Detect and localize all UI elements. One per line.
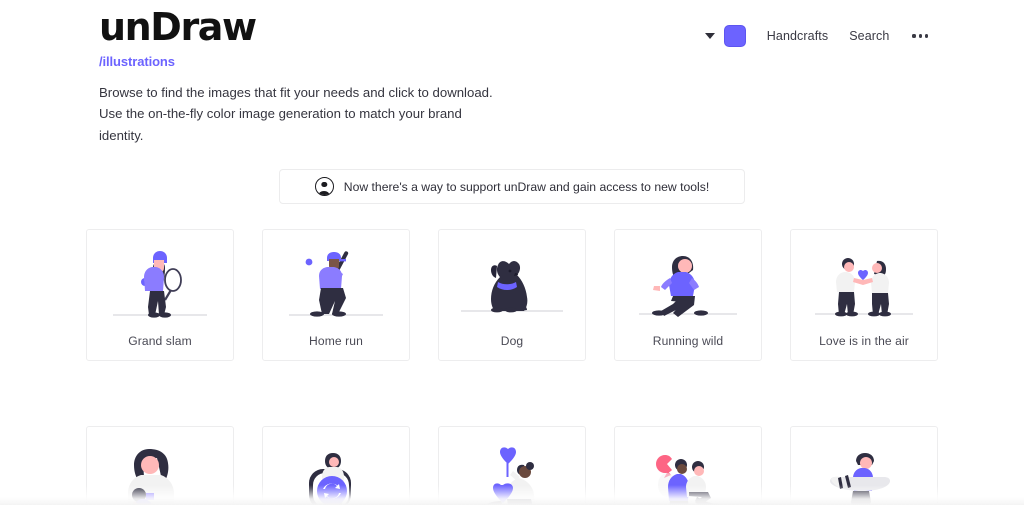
- illustration-card[interactable]: Home run: [262, 229, 410, 362]
- undraw-logo[interactable]: unDraw: [99, 7, 257, 48]
- card-label: Grand slam: [128, 334, 192, 349]
- mother-baby-illustration: [128, 449, 174, 505]
- page-description: Browse to find the images that fit your …: [99, 85, 493, 143]
- card-label: Love is in the air: [819, 334, 909, 349]
- more-menu-icon[interactable]: [910, 34, 930, 38]
- support-banner[interactable]: Now there's a way to support unDraw and …: [279, 169, 745, 205]
- illustration-card[interactable]: Baby: [86, 426, 234, 505]
- two-friends-illustration: [656, 455, 722, 505]
- breadcrumb[interactable]: /illustrations: [99, 54, 925, 69]
- illustration-card[interactable]: Love is in the air: [790, 229, 938, 362]
- intro-section: /illustrations Browse to find the images…: [0, 54, 1024, 146]
- card-label: Dog: [500, 334, 524, 349]
- nav-item-search[interactable]: Search: [849, 29, 889, 43]
- refresh-person-illustration: [309, 453, 351, 505]
- tennis-player-illustration: [113, 251, 207, 318]
- illustration-card[interactable]: Buddies: [614, 426, 762, 505]
- color-swatch-button[interactable]: [723, 25, 746, 47]
- surfer-illustration: [830, 453, 890, 505]
- hearts-person-illustration: [478, 447, 536, 505]
- illustration-card[interactable]: Dog: [438, 229, 586, 362]
- illustration-card[interactable]: Appreciation: [438, 426, 586, 505]
- illustration-card[interactable]: Running wild: [614, 229, 762, 362]
- support-banner-wrap: Now there's a way to support unDraw and …: [0, 169, 1024, 205]
- baseball-batter-illustration: [289, 251, 383, 317]
- illustration-grid-row-1: Grand slam Home run Dog Running wild Lov…: [0, 229, 1024, 362]
- card-label: Home run: [309, 334, 363, 349]
- chevron-down-icon[interactable]: [704, 33, 715, 39]
- card-label: Running wild: [652, 334, 724, 349]
- site-header: unDraw Handcrafts Search: [0, 0, 1024, 52]
- illustration-card[interactable]: Grand slam: [86, 229, 234, 362]
- support-banner-text: Now there's a way to support unDraw and …: [343, 179, 710, 194]
- account-circle-icon: [314, 177, 334, 197]
- couple-heart-illustration: [815, 258, 913, 317]
- nav-item-handcrafts[interactable]: Handcrafts: [767, 29, 828, 43]
- illustration-grid-row-2: Baby Not found: [0, 386, 1024, 505]
- undraw-illustrations-page: unDraw Handcrafts Search /illustrations …: [0, 0, 1024, 505]
- header-nav: Handcrafts Search: [704, 8, 930, 47]
- dog-illustration: [461, 261, 563, 313]
- illustration-card[interactable]: Ready for waves: [790, 426, 938, 505]
- illustration-card[interactable]: Not found: [262, 426, 410, 505]
- runner-illustration: [639, 256, 737, 318]
